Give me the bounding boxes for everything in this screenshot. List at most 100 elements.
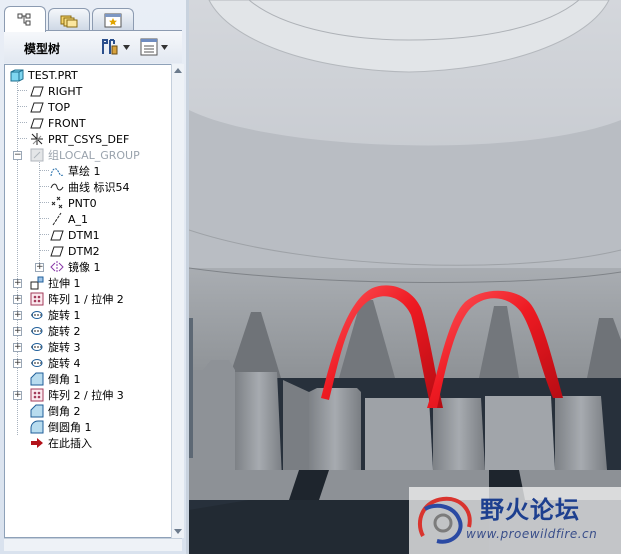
datum-axis-icon xyxy=(52,212,62,226)
datum-point-icon xyxy=(51,196,63,209)
tree-item-label: 在此插入 xyxy=(48,437,92,450)
tree-item-label: 组LOCAL_GROUP xyxy=(48,149,140,162)
tree-item-label: 倒角 2 xyxy=(48,405,81,418)
part-icon xyxy=(10,69,24,81)
revolve-icon xyxy=(31,311,43,319)
tree-item-mirror-1[interactable]: 镜像 1 xyxy=(49,259,101,275)
tree-item-label: PNT0 xyxy=(68,196,97,210)
viewport-splitter-handle[interactable] xyxy=(189,318,193,458)
tree-item-label: A_1 xyxy=(68,212,89,226)
sketch-icon xyxy=(50,167,64,176)
tree-item-label: 倒角 1 xyxy=(48,373,81,386)
tree-item-round-1[interactable]: 倒圆角 1 xyxy=(29,419,92,435)
watermark-title: 野火论坛 xyxy=(480,496,580,524)
tree-item-revolve-1[interactable]: 旋转 1 xyxy=(29,307,81,323)
expand-toggle[interactable]: + xyxy=(13,359,22,368)
tree-item-label: TOP xyxy=(48,100,71,114)
expand-toggle[interactable]: + xyxy=(13,391,22,400)
tree-item-label: DTM2 xyxy=(68,244,100,258)
tree-columns-button[interactable] xyxy=(140,37,168,57)
horizontal-scrollbar[interactable] xyxy=(4,538,182,551)
model-tree-icon xyxy=(17,13,31,25)
folder-browser-icon xyxy=(60,15,78,27)
csys-icon xyxy=(31,133,43,145)
mirror-icon xyxy=(50,261,64,273)
revolve-icon xyxy=(31,327,43,335)
pattern-icon xyxy=(30,292,44,306)
collapse-toggle[interactable]: − xyxy=(13,151,22,160)
tree-item-label: PRT_CSYS_DEF xyxy=(48,132,130,146)
tree-item-label: 旋转 2 xyxy=(48,325,81,338)
tree-item-revolve-3[interactable]: 旋转 3 xyxy=(29,339,81,355)
curve-icon xyxy=(50,183,64,191)
tree-item-curve[interactable]: 曲线 标识54 xyxy=(49,179,130,195)
tree-item-top[interactable]: TOP xyxy=(29,99,70,115)
tree-item-pnt0[interactable]: PNT0 xyxy=(49,195,97,211)
tree-columns-icon xyxy=(140,38,158,56)
tree-item-label: DTM1 xyxy=(68,228,100,242)
chamfer-icon xyxy=(30,404,44,418)
tree-item-front[interactable]: FRONT xyxy=(29,115,86,131)
panel-header: 模型树 xyxy=(4,30,182,63)
watermark-url: www.proewildfire.cn xyxy=(466,527,598,541)
tab-folder-browser[interactable] xyxy=(48,8,90,31)
watermark-logo-icon xyxy=(417,496,472,544)
tree-item-root[interactable]: TEST.PRT xyxy=(9,67,78,83)
pattern-icon xyxy=(30,388,44,402)
tree-item-label: 曲线 标识54 xyxy=(68,181,130,194)
tree-item-dtm1[interactable]: DTM1 xyxy=(49,227,100,243)
tree-item-csys[interactable]: PRT_CSYS_DEF xyxy=(29,131,129,147)
vertical-scrollbar[interactable] xyxy=(171,64,184,538)
expand-toggle[interactable]: + xyxy=(13,343,22,352)
gear-model xyxy=(189,0,621,554)
tree-item-pattern-1[interactable]: 阵列 1 / 拉伸 2 xyxy=(29,291,124,307)
tree-item-label: 倒圆角 1 xyxy=(48,421,92,434)
tree-item-sketch-1[interactable]: 草绘 1 xyxy=(49,163,101,179)
tree-item-label: RIGHT xyxy=(48,84,83,98)
chevron-down-icon xyxy=(123,44,130,50)
tree-item-label: TEST.PRT xyxy=(28,68,78,82)
tree-item-pattern-2[interactable]: 阵列 2 / 拉伸 3 xyxy=(29,387,124,403)
tab-model-tree[interactable] xyxy=(4,6,46,32)
tree-item-label: 拉伸 1 xyxy=(48,277,81,290)
tree-item-chamfer-2[interactable]: 倒角 2 xyxy=(29,403,81,419)
tree-item-chamfer-1[interactable]: 倒角 1 xyxy=(29,371,81,387)
tree-item-label: 阵列 1 / 拉伸 2 xyxy=(48,293,124,306)
chamfer-icon xyxy=(30,372,44,386)
chevron-down-icon xyxy=(161,44,168,50)
expand-toggle[interactable]: + xyxy=(13,311,22,320)
extrude-icon xyxy=(30,276,44,290)
revolve-icon xyxy=(31,343,43,351)
revolve-icon xyxy=(31,359,43,367)
tree-item-right[interactable]: RIGHT xyxy=(29,83,82,99)
expand-toggle[interactable]: + xyxy=(35,263,44,272)
page-title: 模型树 xyxy=(24,42,61,56)
tree-item-dtm2[interactable]: DTM2 xyxy=(49,243,100,259)
tree-item-revolve-4[interactable]: 旋转 4 xyxy=(29,355,81,371)
tree-settings-button[interactable] xyxy=(100,37,130,57)
tree-item-label: 旋转 4 xyxy=(48,357,81,370)
group-icon xyxy=(30,148,44,162)
model-tree-panel: 模型树 TEST.PRT RIGHT TOP FRONT PRT_CSYS_DE… xyxy=(0,0,186,554)
expand-toggle[interactable]: + xyxy=(13,279,22,288)
tree-item-label: 阵列 2 / 拉伸 3 xyxy=(48,389,124,402)
tree-item-label: 旋转 3 xyxy=(48,341,81,354)
tree-item-axis[interactable]: A_1 xyxy=(49,211,88,227)
model-tree: TEST.PRT RIGHT TOP FRONT PRT_CSYS_DEF − … xyxy=(4,64,172,538)
tree-item-label: 镜像 1 xyxy=(68,261,101,274)
tab-favorites[interactable] xyxy=(92,8,134,31)
tree-item-label: 草绘 1 xyxy=(68,165,101,178)
tree-item-revolve-2[interactable]: 旋转 2 xyxy=(29,323,81,339)
expand-toggle[interactable]: + xyxy=(13,295,22,304)
datum-plane-icon xyxy=(30,102,44,112)
datum-plane-icon xyxy=(50,246,64,256)
graphics-viewport[interactable] xyxy=(189,0,621,554)
datum-plane-icon xyxy=(30,86,44,96)
tree-item-local-group[interactable]: 组LOCAL_GROUP xyxy=(29,147,140,163)
favorites-icon xyxy=(104,13,122,27)
navigator-tabs xyxy=(4,6,184,32)
expand-toggle[interactable]: + xyxy=(13,327,22,336)
tree-item-extrude-1[interactable]: 拉伸 1 xyxy=(29,275,81,291)
tree-item-insert-here[interactable]: 在此插入 xyxy=(29,435,92,451)
tree-settings-icon xyxy=(102,39,118,55)
